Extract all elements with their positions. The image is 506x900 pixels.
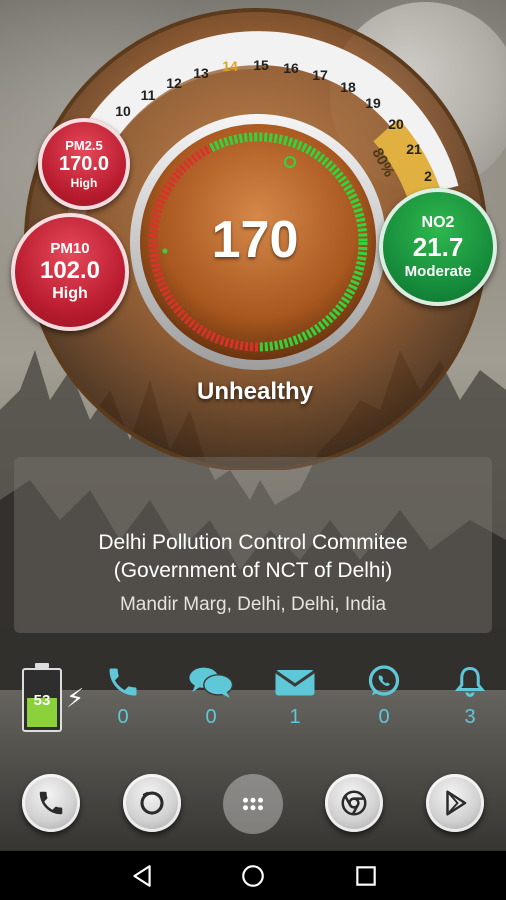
envelope-icon — [274, 670, 316, 696]
pm10-badge[interactable]: PM10 102.0 High — [11, 213, 129, 331]
station-authority: Delhi Pollution Control Commitee — [98, 531, 408, 554]
day-label: 15 — [253, 57, 269, 73]
sms-count: 0 — [205, 706, 217, 728]
email-widget[interactable]: 1 — [265, 664, 325, 729]
dock-phone-button[interactable] — [22, 774, 80, 832]
app-drawer-button[interactable] — [223, 774, 283, 834]
bell-icon — [454, 666, 486, 697]
whatsapp-icon — [368, 665, 400, 696]
charging-bolt-icon: ⚡ — [66, 684, 85, 714]
pm25-level: High — [70, 176, 98, 190]
apps-icon — [243, 797, 263, 811]
battery-percent: 53 — [33, 692, 51, 709]
email-count: 1 — [289, 706, 301, 728]
pm10-value: 102.0 — [39, 257, 101, 284]
sms-widget[interactable]: 0 — [181, 664, 241, 729]
recents-icon[interactable] — [353, 863, 379, 889]
dock-chrome-button[interactable] — [325, 774, 383, 832]
station-location: Mandir Marg, Delhi, Delhi, India — [119, 594, 387, 615]
phone-icon — [39, 791, 63, 815]
day-label: 18 — [340, 79, 356, 95]
aqi-value: 170 — [211, 211, 299, 269]
day-label: 20 — [388, 116, 404, 132]
dock-play-store-button[interactable] — [426, 774, 484, 832]
no2-level: Moderate — [404, 263, 472, 280]
missed-calls-widget[interactable]: 0 — [93, 664, 153, 729]
pm25-name: PM2.5 — [65, 138, 103, 153]
no2-value: 21.7 — [412, 232, 464, 262]
day-label: 13 — [193, 65, 209, 81]
station-government: (Government of NCT of Delhi) — [113, 559, 393, 582]
whatsapp-count: 0 — [378, 706, 390, 728]
day-label: 21 — [406, 141, 422, 157]
pm10-name: PM10 — [50, 240, 90, 257]
day-label: 16 — [283, 60, 299, 76]
dock-camera-button[interactable] — [123, 774, 181, 832]
chrome-icon — [341, 790, 367, 816]
chat-bubbles-icon — [189, 667, 234, 698]
pm10-level: High — [52, 285, 88, 302]
pm25-badge[interactable]: PM2.5 170.0 High — [38, 118, 130, 210]
day-label: 11 — [140, 87, 156, 103]
aqi-status: Unhealthy — [196, 378, 313, 405]
no2-name: NO2 — [421, 214, 455, 231]
phone-icon — [109, 668, 137, 696]
missed-calls-count: 0 — [117, 706, 129, 728]
battery-indicator: 53 — [22, 663, 62, 732]
pm25-value: 170.0 — [58, 153, 110, 175]
day-label: 10 — [115, 103, 131, 119]
day-label-today: 14 — [222, 58, 238, 74]
day-label: 19 — [365, 95, 381, 111]
play-store-icon — [446, 790, 467, 816]
alerts-count: 3 — [464, 706, 476, 728]
no2-badge[interactable]: NO2 21.7 Moderate — [379, 188, 497, 306]
home-icon[interactable] — [240, 863, 266, 889]
alerts-widget[interactable]: 3 — [440, 664, 500, 729]
system-nav-bar — [0, 851, 506, 900]
day-label: 2 — [424, 168, 432, 184]
whatsapp-widget[interactable]: 0 — [354, 664, 414, 729]
back-icon[interactable] — [129, 863, 155, 889]
battery-cap — [35, 663, 49, 668]
day-label: 17 — [312, 67, 328, 83]
day-label: 12 — [166, 75, 182, 91]
camera-icon — [140, 791, 164, 815]
